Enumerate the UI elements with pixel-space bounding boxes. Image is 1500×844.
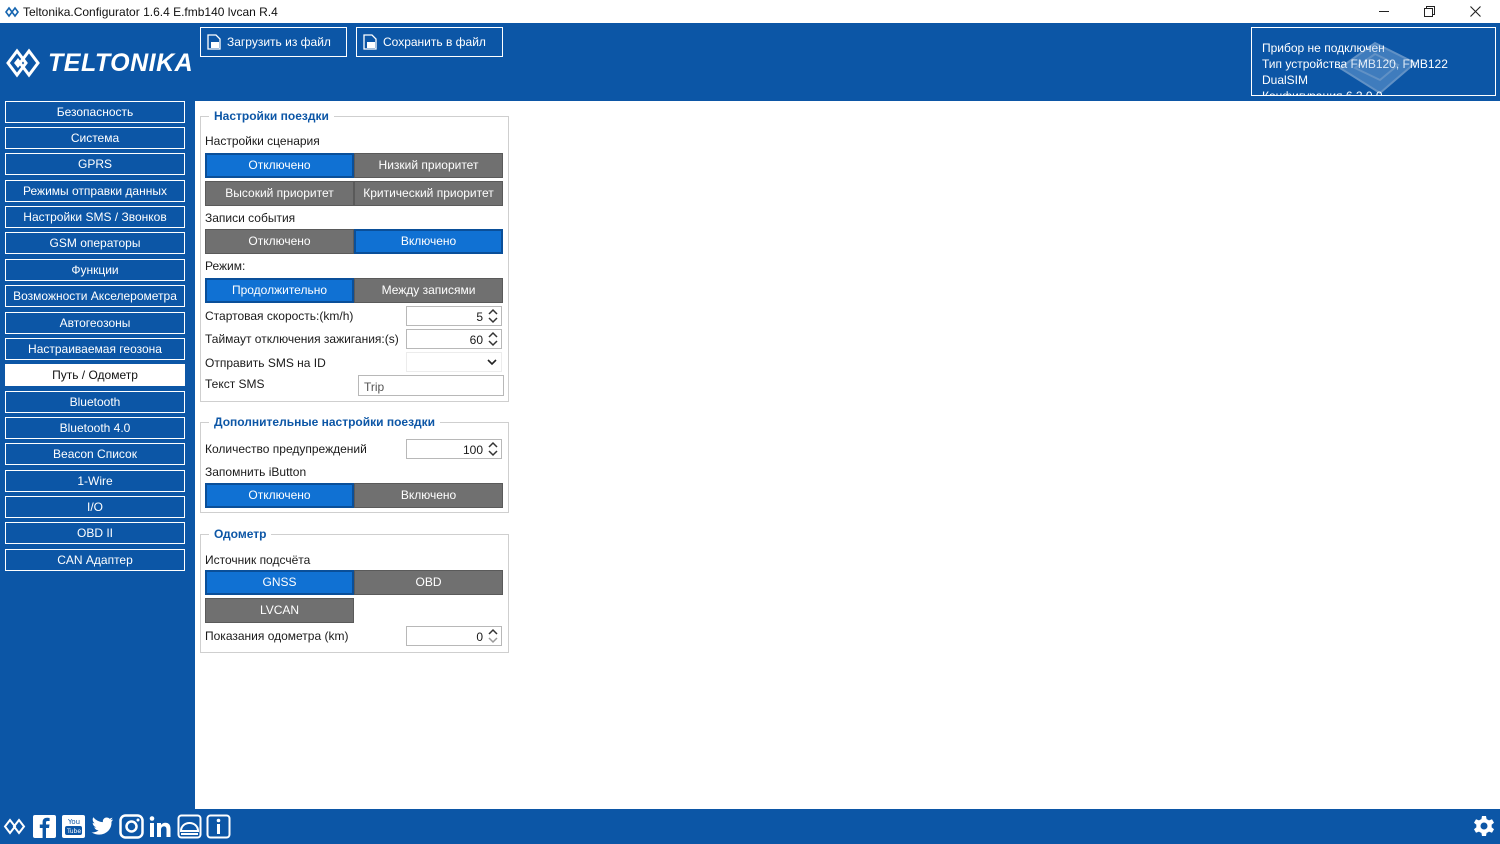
sidebar-item-io[interactable]: I/O [5, 496, 185, 518]
sidebar-item-system[interactable]: Система [5, 127, 185, 149]
start-speed-value: 5 [476, 310, 483, 324]
spinner-arrows-icon[interactable] [488, 331, 498, 347]
restore-button[interactable] [1406, 0, 1452, 23]
twitter-icon[interactable] [90, 814, 115, 839]
sidebar-item-accelerometer[interactable]: Возможности Акселерометра [5, 285, 185, 307]
bottom-bar: You Tube [0, 809, 1500, 844]
sidebar-item-security[interactable]: Безопасность [5, 101, 185, 123]
close-button[interactable] [1452, 0, 1498, 23]
svg-text:Tube: Tube [66, 828, 81, 835]
sidebar-item-obd-ii[interactable]: OBD II [5, 522, 185, 544]
ignition-timeout-stepper[interactable]: 60 [406, 329, 502, 349]
scenario-settings-label: Настройки сценария [205, 134, 320, 148]
event-records-disabled-button[interactable]: Отключено [205, 229, 354, 254]
event-records-label: Записи события [205, 211, 296, 225]
title-bar: Teltonika.Configurator 1.6.4 E.fmb140 lv… [0, 0, 1500, 23]
file-save-icon [363, 34, 377, 50]
remember-ibutton-label: Запомнить iButton [205, 465, 307, 479]
mode-between-records-button[interactable]: Между записями [354, 278, 503, 303]
linkedin-icon[interactable] [148, 814, 173, 839]
window-title: Teltonika.Configurator 1.6.4 E.fmb140 lv… [23, 4, 278, 19]
mode-label: Режим: [205, 259, 246, 273]
file-load-icon [207, 34, 221, 50]
spinner-arrows-icon[interactable] [488, 441, 498, 457]
trip-settings-title: Настройки поездки [209, 109, 334, 123]
warnings-count-value: 100 [462, 443, 483, 457]
chevron-down-icon [487, 359, 497, 366]
extra-trip-settings-title: Дополнительные настройки поездки [209, 415, 441, 429]
sidebar-item-auto-geofence[interactable]: Автогеозоны [5, 312, 185, 334]
event-records-enabled-button[interactable]: Включено [354, 229, 503, 254]
device-info-panel: Прибор не подключен Тип устройства FMB12… [1251, 27, 1496, 96]
warnings-count-label: Количество предупреждений [205, 442, 367, 456]
calculation-source-label: Источник подсчёта [205, 553, 311, 567]
start-speed-label: Стартовая скорость:(km/h) [205, 309, 354, 323]
warnings-count-stepper[interactable]: 100 [406, 439, 502, 459]
source-obd-button[interactable]: OBD [354, 570, 503, 595]
send-sms-to-dropdown[interactable] [406, 352, 502, 372]
teltonika-icon[interactable] [3, 814, 28, 839]
sidebar-item-features[interactable]: Функции [5, 259, 185, 281]
sidebar-item-sms-call[interactable]: Настройки SMS / Звонков [5, 206, 185, 228]
scenario-panic-priority-button[interactable]: Критический приоритет [354, 181, 503, 206]
scenario-disabled-button[interactable]: Отключено [205, 153, 354, 178]
teltonika-app-icon [5, 5, 19, 19]
gear-icon[interactable] [1472, 814, 1496, 838]
sidebar-item-bluetooth-4[interactable]: Bluetooth 4.0 [5, 417, 185, 439]
instagram-icon[interactable] [119, 814, 144, 839]
source-gnss-button[interactable]: GNSS [205, 570, 354, 595]
ignition-timeout-label: Таймаут отключения зажигания:(s) [205, 332, 399, 346]
app-header: TELTONIKA Загрузить из файл Сохранить в … [0, 23, 1500, 101]
save-to-file-label: Сохранить в файл [383, 35, 486, 49]
sidebar-item-manual-geofence[interactable]: Настраиваемая геозона [5, 338, 185, 360]
sidebar-item-trip-odometer[interactable]: Путь / Одометр [5, 364, 185, 386]
sms-text-label: Текст SMS [205, 377, 265, 391]
ignition-timeout-value: 60 [469, 333, 483, 347]
sms-text-input[interactable]: Trip [358, 375, 504, 396]
teltonika-logo: TELTONIKA [6, 43, 193, 83]
sidebar-item-data-acquisition[interactable]: Режимы отправки данных [5, 180, 185, 202]
logo-text: TELTONIKA [48, 48, 194, 77]
ibutton-disabled-button[interactable]: Отключено [205, 483, 354, 508]
teltonika-logo-icon [6, 48, 40, 78]
spinner-arrows-icon[interactable] [488, 628, 498, 644]
odometer-reading-stepper[interactable]: 0 [406, 626, 502, 646]
start-speed-stepper[interactable]: 5 [406, 306, 502, 326]
load-from-file-label: Загрузить из файл [227, 35, 331, 49]
sidebar-item-gsm-operators[interactable]: GSM операторы [5, 232, 185, 254]
sidebar-item-beacon-list[interactable]: Beacon Список [5, 443, 185, 465]
scenario-high-priority-button[interactable]: Высокий приоритет [205, 181, 354, 206]
sidebar-item-gprs[interactable]: GPRS [5, 153, 185, 175]
odometer-title: Одометр [209, 527, 272, 541]
sms-text-value: Trip [364, 380, 385, 394]
sidebar-item-can-adapter[interactable]: CAN Адаптер [5, 549, 185, 571]
sidebar-item-bluetooth[interactable]: Bluetooth [5, 391, 185, 413]
svg-text:You: You [67, 818, 80, 826]
device-watermark-icon [1338, 41, 1417, 95]
info-icon[interactable] [206, 814, 231, 839]
minimize-button[interactable] [1361, 0, 1407, 23]
send-sms-to-label: Отправить SMS на ID [205, 356, 326, 370]
load-from-file-button[interactable]: Загрузить из файл [200, 27, 347, 57]
save-to-file-button[interactable]: Сохранить в файл [356, 27, 503, 57]
ibutton-enabled-button[interactable]: Включено [354, 483, 503, 508]
spinner-arrows-icon[interactable] [488, 308, 498, 324]
forum-icon[interactable] [177, 814, 202, 839]
facebook-icon[interactable] [32, 814, 57, 839]
odometer-reading-value: 0 [476, 630, 483, 644]
sidebar-item-1-wire[interactable]: 1-Wire [5, 470, 185, 492]
sidebar: Безопасность Система GPRS Режимы отправк… [0, 101, 195, 809]
source-lvcan-button[interactable]: LVCAN [205, 598, 354, 623]
mode-continuous-button[interactable]: Продолжительно [205, 278, 354, 303]
youtube-icon[interactable]: You Tube [61, 814, 86, 839]
odometer-reading-label: Показания одометра (km) [205, 629, 349, 643]
scenario-low-priority-button[interactable]: Низкий приоритет [354, 153, 503, 178]
